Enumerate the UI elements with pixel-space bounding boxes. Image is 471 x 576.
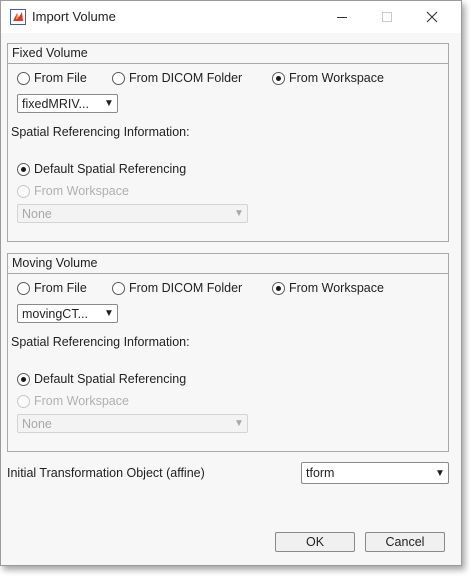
radio-label: From DICOM Folder <box>129 281 243 295</box>
moving-spatial-dropdown: None ▼ <box>17 414 248 433</box>
import-volume-dialog: Import Volume Fixed Volume From File Fro… <box>0 0 462 566</box>
maximize-icon <box>382 12 392 22</box>
radio-label: From DICOM Folder <box>129 71 243 85</box>
radio-label: From Workspace <box>289 71 384 85</box>
moving-spatial-from-workspace-radio: From Workspace <box>17 392 129 410</box>
fixed-from-workspace-radio[interactable]: From Workspace <box>272 69 384 87</box>
fixed-spatial-dropdown: None ▼ <box>17 204 248 223</box>
moving-spatial-label: Spatial Referencing Information: <box>11 335 190 349</box>
dropdown-arrow-icon: ▼ <box>104 98 114 109</box>
matlab-app-icon <box>10 9 26 25</box>
fixed-volume-panel: Fixed Volume From File From DICOM Folder… <box>7 43 449 242</box>
radio-indicator <box>17 71 30 85</box>
radio-indicator <box>17 184 30 198</box>
radio-indicator <box>17 281 30 295</box>
fixed-variable-dropdown[interactable]: fixedMRIV... ▼ <box>17 94 118 113</box>
radio-indicator <box>112 71 125 85</box>
moving-variable-value: movingCT... <box>22 306 88 321</box>
fixed-spatial-dropdown-value: None <box>22 206 52 221</box>
radio-indicator <box>112 281 125 295</box>
minimize-button[interactable] <box>328 7 356 27</box>
fixed-variable-value: fixedMRIV... <box>22 96 89 111</box>
transform-value: tform <box>306 466 335 480</box>
moving-from-workspace-radio[interactable]: From Workspace <box>272 279 384 297</box>
dropdown-arrow-icon: ▼ <box>435 467 445 479</box>
maximize-button <box>373 7 401 27</box>
close-button[interactable] <box>418 7 446 27</box>
moving-from-file-radio[interactable]: From File <box>17 279 87 297</box>
radio-indicator-selected <box>17 162 30 176</box>
radio-label: From File <box>34 281 87 295</box>
window-title: Import Volume <box>32 9 116 24</box>
moving-default-spatial-radio[interactable]: Default Spatial Referencing <box>17 370 186 388</box>
radio-label: From Workspace <box>34 184 129 198</box>
fixed-from-dicom-radio[interactable]: From DICOM Folder <box>112 69 242 87</box>
moving-spatial-dropdown-value: None <box>22 416 52 431</box>
dropdown-arrow-icon: ▼ <box>104 308 114 319</box>
transform-label: Initial Transformation Object (affine) <box>7 466 205 480</box>
radio-indicator-selected <box>272 281 285 295</box>
radio-label: From Workspace <box>289 281 384 295</box>
ok-button[interactable]: OK <box>275 532 355 552</box>
radio-indicator-selected <box>17 372 30 386</box>
moving-volume-panel: Moving Volume From File From DICOM Folde… <box>7 253 449 452</box>
fixed-default-spatial-radio[interactable]: Default Spatial Referencing <box>17 160 186 178</box>
cancel-button[interactable]: Cancel <box>365 532 445 552</box>
radio-indicator <box>17 394 30 408</box>
radio-label: From Workspace <box>34 394 129 408</box>
close-icon <box>426 11 438 23</box>
radio-label: Default Spatial Referencing <box>34 162 187 176</box>
fixed-volume-title: Fixed Volume <box>8 44 448 64</box>
moving-volume-title: Moving Volume <box>8 254 448 274</box>
fixed-spatial-from-workspace-radio: From Workspace <box>17 182 129 200</box>
dropdown-arrow-icon: ▼ <box>234 418 244 429</box>
radio-indicator-selected <box>272 71 285 85</box>
radio-label: Default Spatial Referencing <box>34 372 187 386</box>
fixed-spatial-label: Spatial Referencing Information: <box>11 125 190 139</box>
dropdown-arrow-icon: ▼ <box>234 208 244 219</box>
fixed-from-file-radio[interactable]: From File <box>17 69 87 87</box>
moving-from-dicom-radio[interactable]: From DICOM Folder <box>112 279 242 297</box>
radio-label: From File <box>34 71 87 85</box>
moving-variable-dropdown[interactable]: movingCT... ▼ <box>17 304 118 323</box>
title-bar[interactable]: Import Volume <box>1 1 461 33</box>
transform-dropdown[interactable]: tform ▼ <box>301 462 449 484</box>
minimize-icon <box>337 17 347 18</box>
